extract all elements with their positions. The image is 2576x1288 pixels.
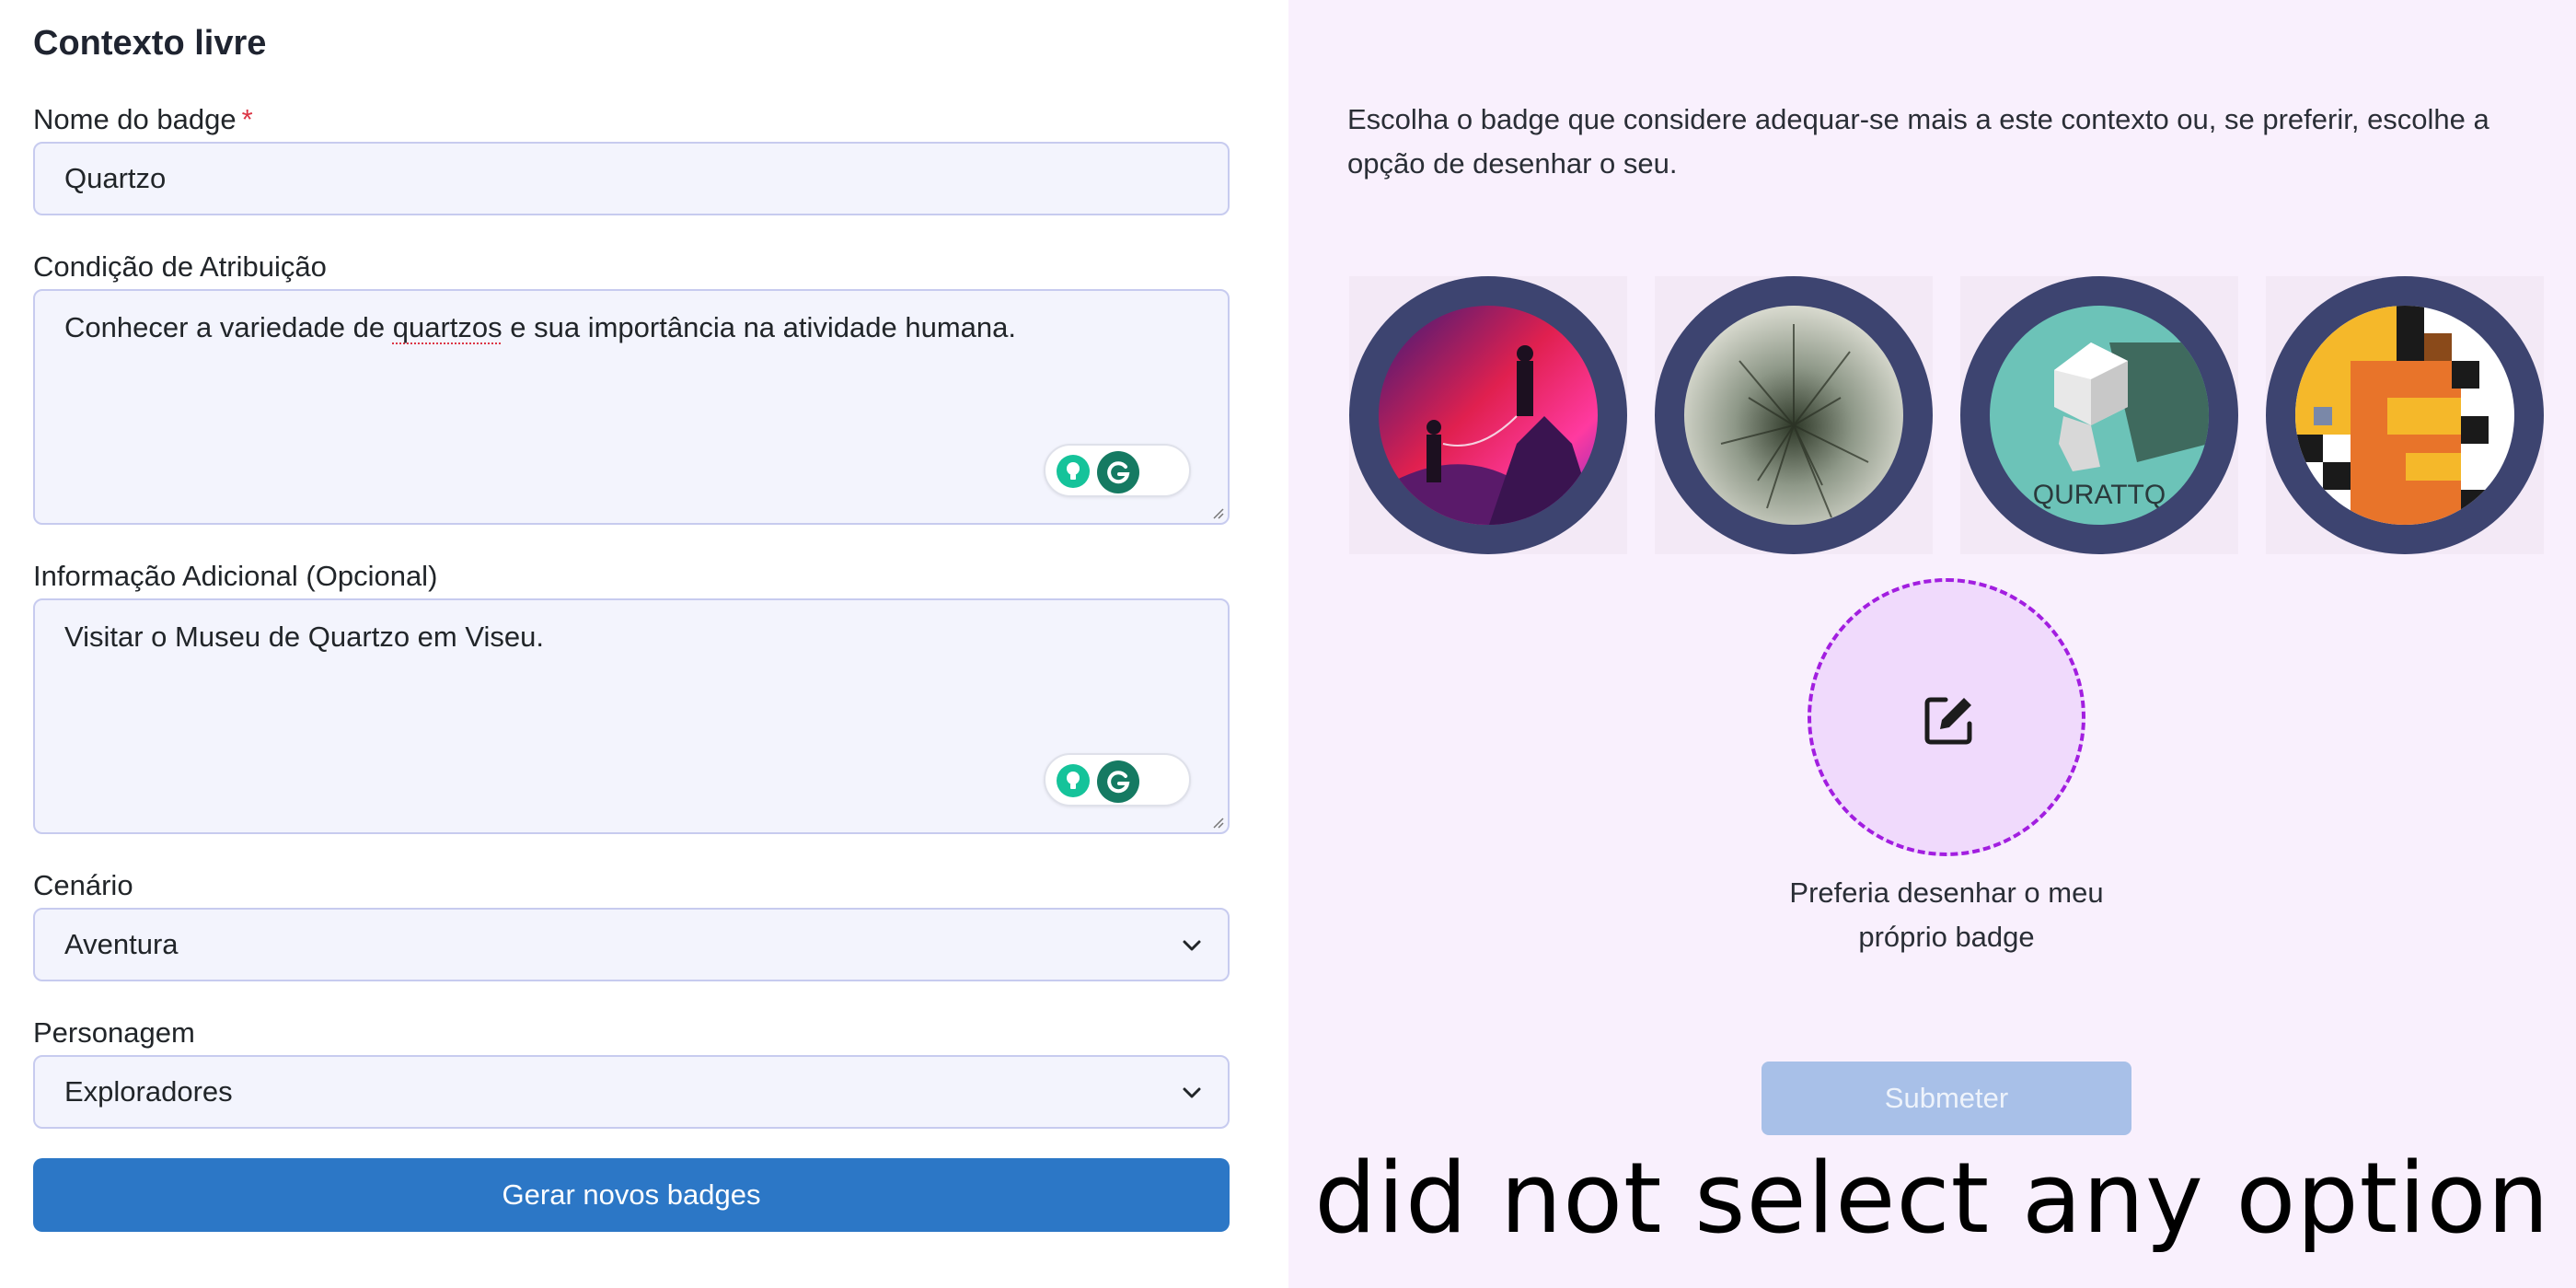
badge-selection-panel: Escolha o badge que considere adequar-se… bbox=[1288, 0, 2576, 1288]
badge-image-people-on-mountain bbox=[1379, 306, 1598, 525]
chevron-down-icon bbox=[1183, 1087, 1201, 1098]
required-mark: * bbox=[241, 103, 253, 135]
condition-label: Condição de Atribuição bbox=[33, 250, 327, 283]
status-message: did not select any option bbox=[1314, 1142, 2550, 1255]
spellcheck-word[interactable]: quartzos bbox=[393, 311, 502, 343]
generate-badges-button[interactable]: Gerar novos badges bbox=[33, 1158, 1230, 1232]
badge-option-2[interactable] bbox=[1655, 276, 1933, 554]
scenario-value: Aventura bbox=[64, 928, 179, 960]
badge-image-pixel-art-quartz bbox=[2295, 306, 2514, 525]
character-select[interactable]: Exploradores bbox=[33, 1055, 1230, 1129]
badge-option-1[interactable] bbox=[1349, 276, 1627, 554]
draw-own-badge-label: Preferia desenhar o meu próprio badge bbox=[1789, 876, 2104, 953]
scenario-label: Cenário bbox=[33, 869, 133, 901]
draw-own-badge-button[interactable] bbox=[1808, 578, 2085, 856]
condition-textarea[interactable]: Conhecer a variedade de quartzos e sua i… bbox=[33, 289, 1230, 525]
additional-info-textarea[interactable]: Visitar o Museu de Quartzo em Viseu. bbox=[33, 598, 1230, 834]
badge-image-crystal-texture bbox=[1684, 306, 1903, 525]
badge-name-label: Nome do badge * bbox=[33, 103, 253, 135]
badge-form: Contexto livre Nome do badge * Quartzo Co… bbox=[0, 0, 1288, 1288]
character-value: Exploradores bbox=[64, 1075, 233, 1108]
badge-name-input[interactable]: Quartzo bbox=[33, 142, 1230, 215]
scenario-select[interactable]: Aventura bbox=[33, 908, 1230, 981]
character-label: Personagem bbox=[33, 1016, 195, 1049]
form-title: Contexto livre bbox=[33, 24, 267, 63]
badge-name-value: Quartzo bbox=[64, 162, 167, 194]
chevron-down-icon bbox=[1183, 940, 1201, 951]
submit-button[interactable]: Submeter bbox=[1762, 1062, 2131, 1135]
additional-info-label: Informação Adicional (Opcional) bbox=[33, 560, 438, 592]
instructions-text: Escolha o badge que considere adequar-se… bbox=[1347, 103, 2489, 180]
condition-text: Conhecer a variedade de quartzos e sua i… bbox=[64, 311, 1017, 343]
badge-image-quartz-crystal: QURATTQ bbox=[1990, 306, 2209, 525]
lightbulb-icon[interactable] bbox=[1057, 455, 1090, 488]
grammarly-widget[interactable] bbox=[1044, 753, 1191, 806]
pencil-edit-icon bbox=[1924, 697, 1972, 745]
lightbulb-icon[interactable] bbox=[1057, 764, 1090, 797]
grammarly-icon[interactable] bbox=[1097, 451, 1139, 493]
grammarly-widget[interactable] bbox=[1044, 444, 1191, 497]
badge-option-3[interactable]: QURATTQ bbox=[1960, 276, 2238, 554]
resize-handle-icon[interactable] bbox=[1209, 814, 1224, 829]
badge-caption: QURATTQ bbox=[2033, 480, 2166, 510]
resize-handle-icon[interactable] bbox=[1209, 505, 1224, 519]
badge-option-4[interactable] bbox=[2266, 276, 2544, 554]
additional-info-text: Visitar o Museu de Quartzo em Viseu. bbox=[64, 621, 544, 653]
grammarly-icon[interactable] bbox=[1097, 760, 1139, 803]
